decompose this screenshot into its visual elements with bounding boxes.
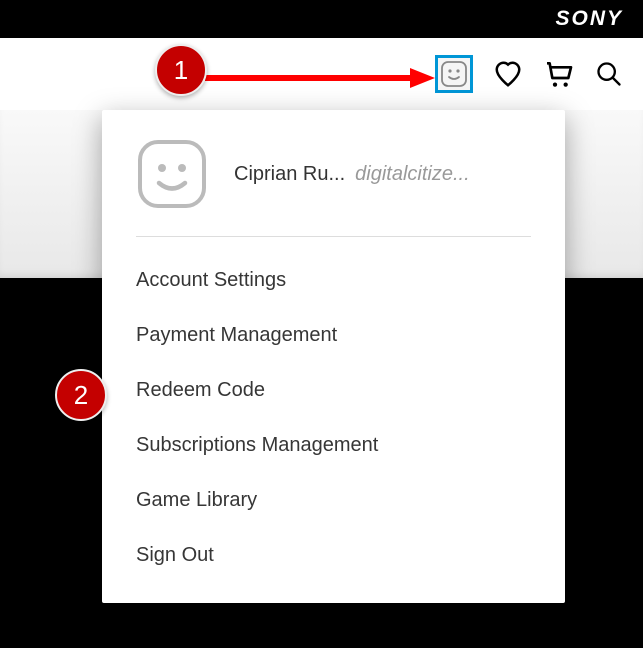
menu-item-account-settings[interactable]: Account Settings [136, 253, 531, 308]
account-menu: Account Settings Payment Management Rede… [136, 253, 531, 583]
divider [136, 236, 531, 237]
menu-item-subscriptions-management[interactable]: Subscriptions Management [136, 418, 531, 473]
annotation-arrow-1 [205, 68, 435, 88]
profile-username: digitalcitize... [355, 163, 470, 186]
smiley-avatar-icon [441, 61, 467, 87]
sony-logo: SONY [555, 7, 623, 31]
menu-item-payment-management[interactable]: Payment Management [136, 308, 531, 363]
profile-header[interactable]: Ciprian Ru... digitalcitize... [136, 132, 531, 228]
smiley-avatar-icon [136, 138, 208, 210]
profile-avatar [136, 138, 208, 210]
brand-bar: SONY [0, 0, 643, 38]
menu-item-redeem-code[interactable]: Redeem Code [136, 363, 531, 418]
profile-display-name: Ciprian Ru... [234, 163, 345, 186]
menu-item-game-library[interactable]: Game Library [136, 473, 531, 528]
annotation-badge-1: 1 [155, 44, 207, 96]
wishlist-button[interactable] [493, 59, 523, 89]
search-button[interactable] [595, 60, 623, 88]
avatar-button[interactable] [435, 55, 473, 93]
cart-icon [543, 58, 575, 90]
account-dropdown: Ciprian Ru... digitalcitize... Account S… [102, 110, 565, 603]
profile-name-group: Ciprian Ru... digitalcitize... [234, 163, 531, 186]
heart-icon [493, 59, 523, 89]
annotation-badge-2: 2 [55, 369, 107, 421]
cart-button[interactable] [543, 58, 575, 90]
menu-item-sign-out[interactable]: Sign Out [136, 528, 531, 583]
search-icon [595, 60, 623, 88]
